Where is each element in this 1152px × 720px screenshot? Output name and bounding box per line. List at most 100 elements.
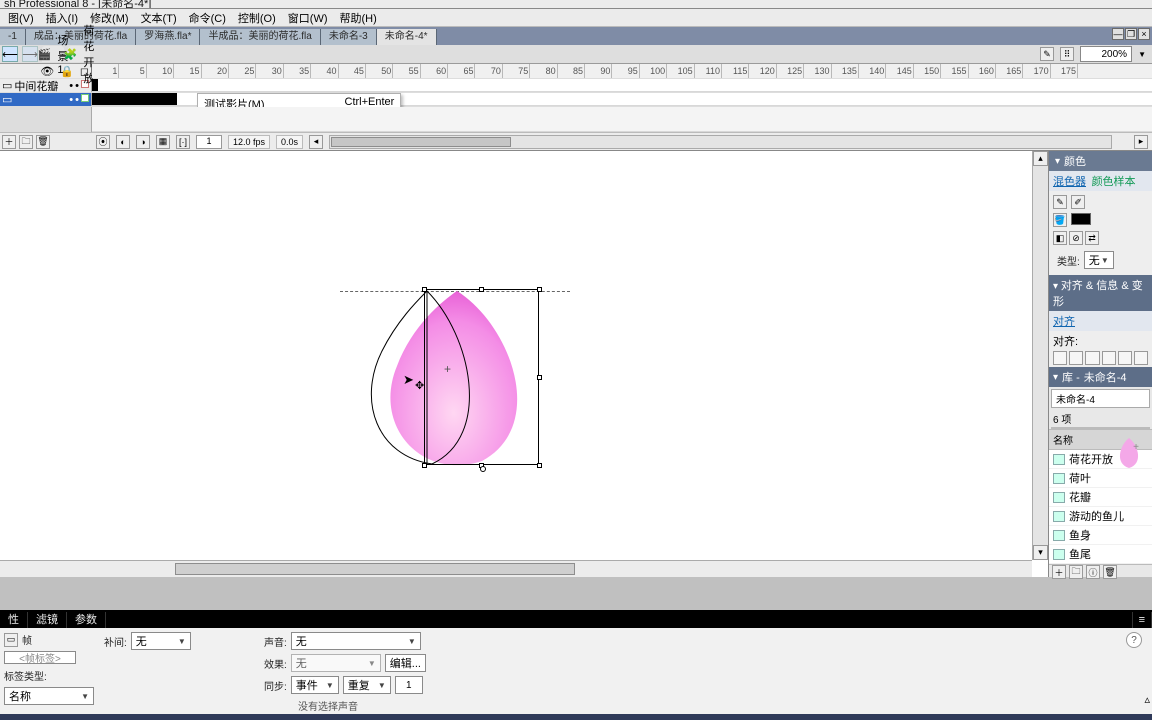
vscroll-up-icon[interactable]: ▴ bbox=[1033, 151, 1048, 166]
lib-item-1[interactable]: 荷叶 bbox=[1049, 469, 1152, 488]
symbol-nav-icon[interactable]: ⠿ bbox=[1060, 47, 1074, 61]
zoom-combo[interactable] bbox=[1080, 46, 1132, 62]
align-bottom-icon[interactable] bbox=[1134, 351, 1148, 365]
eye-icon[interactable]: 👁 bbox=[40, 65, 54, 78]
modify-markers-icon[interactable]: [·] bbox=[176, 135, 190, 149]
stage-area[interactable]: + ➤ ✥ ▴ ▾ bbox=[0, 151, 1048, 577]
fill-color-swatch[interactable] bbox=[1071, 213, 1091, 225]
align-tab[interactable]: 对齐 bbox=[1053, 316, 1075, 328]
center-frame-icon[interactable]: ⦿ bbox=[96, 135, 110, 149]
color-panel-tabs: 混色器 颜色样本 bbox=[1049, 171, 1152, 191]
edit-effect-button[interactable]: 编辑... bbox=[385, 654, 426, 672]
edit-scene-icon[interactable]: ✎ bbox=[1040, 47, 1054, 61]
zoom-caret-icon[interactable]: ▼ bbox=[1138, 50, 1146, 59]
help-icon[interactable]: ? bbox=[1126, 632, 1142, 648]
tab-swatches[interactable]: 颜色样本 bbox=[1092, 176, 1136, 188]
doc-tab-4[interactable]: 未命名-3 bbox=[321, 29, 377, 45]
library-doc-select[interactable]: 未命名-4 bbox=[1051, 389, 1150, 408]
color-type-select[interactable]: 无▼ bbox=[1084, 251, 1114, 269]
scroll-left-icon[interactable]: ◂ bbox=[309, 135, 323, 149]
lib-item-2[interactable]: 花瓣 bbox=[1049, 488, 1152, 507]
layer-row-1[interactable]: ▭ •• 测试影片(M) Ctrl+Enter bbox=[0, 92, 1152, 106]
library-panel-title[interactable]: ▾ 库 - 未命名-4 bbox=[1049, 367, 1152, 387]
onion-skin-outlines-icon[interactable]: ◑ bbox=[136, 135, 150, 149]
color-panel-title[interactable]: ▾ 颜色 bbox=[1049, 151, 1152, 171]
sel-handle-bl[interactable] bbox=[422, 463, 427, 468]
doc-tab-3[interactable]: 半成品：美丽的荷花.fla bbox=[200, 29, 320, 45]
new-folder-icon[interactable]: 🗀 bbox=[19, 135, 33, 149]
back-arrow-icon[interactable]: ⟵ bbox=[2, 46, 18, 62]
sel-handle-mr[interactable] bbox=[537, 375, 542, 380]
fill-bucket-icon[interactable]: 🪣 bbox=[1053, 213, 1067, 227]
menu-help[interactable]: 帮助(H) bbox=[334, 8, 383, 28]
selection-bounding-box[interactable] bbox=[424, 289, 539, 465]
align-top-icon[interactable] bbox=[1102, 351, 1116, 365]
align-right-icon[interactable] bbox=[1085, 351, 1099, 365]
movieclip-icon bbox=[1053, 492, 1065, 503]
symbol-props-icon[interactable]: ⓘ bbox=[1086, 565, 1100, 579]
pencil-edit-icon[interactable]: ✐ bbox=[1071, 195, 1085, 209]
stage-vscroll[interactable]: ▴ ▾ bbox=[1032, 151, 1048, 560]
expand-arrow-icon[interactable]: ▵ bbox=[1144, 693, 1150, 706]
align-left-icon[interactable] bbox=[1053, 351, 1067, 365]
swap-colors-icon[interactable]: ⇄ bbox=[1085, 231, 1099, 245]
repeat-count-input[interactable] bbox=[395, 676, 423, 694]
doc-restore-icon[interactable]: ❐ bbox=[1125, 28, 1137, 40]
repeat-select[interactable]: 重复▼ bbox=[343, 676, 391, 694]
timeline-hscroll[interactable] bbox=[329, 135, 1112, 149]
menu-insert[interactable]: 插入(I) bbox=[40, 8, 84, 28]
no-color-icon[interactable]: ⊘ bbox=[1069, 231, 1083, 245]
frame-ruler[interactable]: 1510152025303540455055606570758085909510… bbox=[92, 64, 1152, 78]
menu-control[interactable]: 控制(O) bbox=[232, 8, 282, 28]
align-panel-title[interactable]: ▾ 对齐 & 信息 & 变形 bbox=[1049, 275, 1152, 311]
menu-text[interactable]: 文本(T) bbox=[135, 8, 183, 28]
sel-handle-tl[interactable] bbox=[422, 287, 427, 292]
lib-item-4[interactable]: 鱼身 bbox=[1049, 526, 1152, 545]
new-folder-icon[interactable]: 🗀 bbox=[1069, 565, 1083, 579]
scene-breadcrumb-symbol[interactable]: 🧩 荷花开放 bbox=[68, 46, 90, 62]
menu-view[interactable]: 图(V) bbox=[2, 8, 40, 28]
hscroll-thumb[interactable] bbox=[175, 563, 575, 575]
delete-symbol-icon[interactable]: 🗑 bbox=[1103, 565, 1117, 579]
onion-skin-icon[interactable]: ◐ bbox=[116, 135, 130, 149]
vscroll-down-icon[interactable]: ▾ bbox=[1033, 545, 1048, 560]
sel-handle-tm[interactable] bbox=[479, 287, 484, 292]
black-white-icon[interactable]: ◧ bbox=[1053, 231, 1067, 245]
align-vcenter-icon[interactable] bbox=[1118, 351, 1132, 365]
stroke-picker-icon[interactable]: ✎ bbox=[1053, 195, 1067, 209]
stage-canvas[interactable]: + ➤ ✥ bbox=[0, 151, 1032, 560]
doc-close-icon[interactable]: × bbox=[1138, 28, 1150, 40]
doc-tab-2[interactable]: 罗海燕.fla* bbox=[136, 29, 200, 45]
doc-tab-0[interactable]: -1 bbox=[0, 29, 26, 45]
edit-multiple-frames-icon[interactable]: ▦ bbox=[156, 135, 170, 149]
sel-handle-tr[interactable] bbox=[537, 287, 542, 292]
lib-item-3[interactable]: 游动的鱼儿 bbox=[1049, 507, 1152, 526]
scene-breadcrumb-scene[interactable]: 🎬 场景 1 bbox=[42, 46, 64, 62]
tween-select[interactable]: 无▼ bbox=[131, 632, 191, 650]
new-layer-icon[interactable]: ＋ bbox=[2, 135, 16, 149]
sync-select[interactable]: 事件▼ bbox=[291, 676, 339, 694]
sound-select[interactable]: 无▼ bbox=[291, 632, 421, 650]
stage-hscroll[interactable] bbox=[0, 560, 1032, 577]
delete-layer-icon[interactable]: 🗑 bbox=[36, 135, 50, 149]
panel-menu-icon[interactable]: ≡ bbox=[1133, 612, 1152, 628]
label-type-select[interactable]: 名称▼ bbox=[4, 687, 94, 705]
menu-commands[interactable]: 命令(C) bbox=[183, 8, 232, 28]
tab-properties[interactable]: 性 bbox=[0, 612, 28, 628]
lib-item-5[interactable]: 鱼尾 bbox=[1049, 545, 1152, 564]
tab-params[interactable]: 参数 bbox=[67, 612, 106, 628]
tab-filters[interactable]: 滤镜 bbox=[28, 612, 67, 628]
scroll-right-icon[interactable]: ▸ bbox=[1134, 135, 1148, 149]
doc-tab-1[interactable]: 成品：美丽的荷花.fla bbox=[26, 29, 136, 45]
menu-window[interactable]: 窗口(W) bbox=[282, 8, 334, 28]
frame-label-input[interactable] bbox=[4, 651, 76, 664]
layer-row-0[interactable]: ▭ 中间花瓣 •• bbox=[0, 78, 1152, 92]
tab-mixer[interactable]: 混色器 bbox=[1053, 176, 1086, 188]
new-symbol-icon[interactable]: ＋ bbox=[1052, 565, 1066, 579]
doc-tab-5[interactable]: 未命名-4* bbox=[377, 29, 437, 45]
doc-minimize-icon[interactable]: — bbox=[1112, 28, 1124, 40]
align-hcenter-icon[interactable] bbox=[1069, 351, 1083, 365]
sel-handle-br[interactable] bbox=[537, 463, 542, 468]
rotation-handle[interactable] bbox=[480, 466, 486, 472]
layer-empty-area[interactable] bbox=[0, 106, 1152, 132]
